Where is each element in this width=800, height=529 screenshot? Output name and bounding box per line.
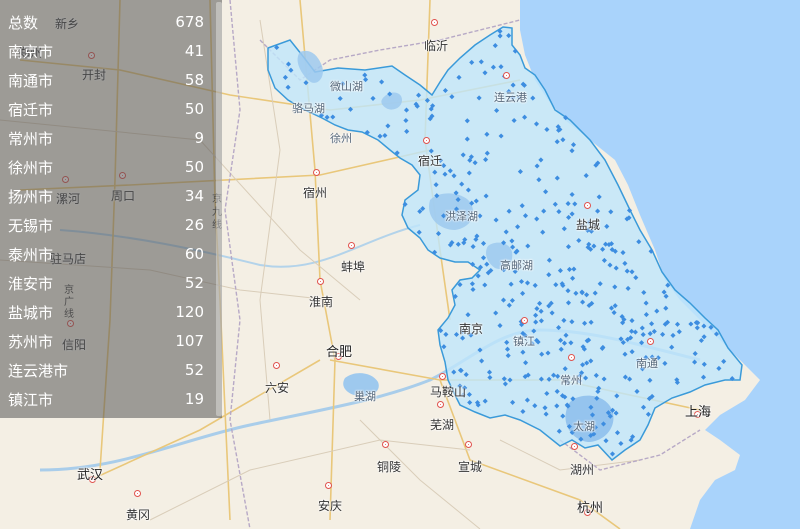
stats-row-value: 120 — [175, 303, 204, 321]
city-marker-icon — [423, 137, 430, 144]
city-label: 马鞍山 — [430, 385, 467, 399]
stats-row-city[interactable]: 无锡市 26 — [8, 212, 204, 238]
stats-row-city[interactable]: 南通市 58 — [8, 67, 204, 93]
city-label: 高邮湖 — [500, 259, 533, 272]
city-label: 徐州 — [330, 132, 352, 145]
city-marker-icon — [382, 441, 389, 448]
city-label: 宿迁 — [418, 154, 443, 168]
city-label: 南京 — [459, 322, 484, 336]
stats-row-value: 107 — [175, 332, 204, 350]
stats-row-city[interactable]: 扬州市 34 — [8, 183, 204, 209]
stats-row-value: 9 — [194, 129, 204, 147]
city-label: 巢湖 — [354, 390, 376, 403]
city-label: 武汉 — [77, 468, 104, 483]
city-marker-icon — [313, 169, 320, 176]
stats-row-city[interactable]: 徐州市 50 — [8, 154, 204, 180]
stats-row-city[interactable]: 淮安市 52 — [8, 270, 204, 296]
city-marker-icon — [437, 401, 444, 408]
city-label: 杭州 — [577, 501, 604, 516]
stats-scrollbar[interactable] — [216, 2, 222, 416]
stats-row-total[interactable]: 总数 678 — [8, 9, 204, 35]
stats-panel: 总数 678 南京市 41 南通市 58 宿迁市 50 常州市 9 徐州市 50 扬州市 34 无锡市 26 泰… — [0, 0, 222, 418]
stats-row-label: 淮安市 — [8, 274, 54, 293]
city-marker-icon — [568, 354, 575, 361]
city-label: 黄冈 — [126, 508, 151, 522]
stats-row-label: 南通市 — [8, 71, 54, 90]
city-label: 盐城 — [576, 218, 601, 232]
city-label: 宣城 — [458, 460, 483, 474]
stats-row-city[interactable]: 镇江市 19 — [8, 386, 204, 412]
city-label: 合肥 — [326, 345, 353, 360]
city-label: 骆马湖 — [292, 102, 325, 115]
stats-row-label: 南京市 — [8, 42, 54, 61]
stats-row-value: 50 — [184, 158, 204, 176]
city-marker-icon — [325, 482, 332, 489]
stats-row-value: 58 — [184, 71, 204, 89]
city-marker-icon — [647, 338, 654, 345]
stats-row-city[interactable]: 常州市 9 — [8, 125, 204, 151]
stats-row-label: 连云港市 — [8, 361, 69, 380]
stats-row-value: 19 — [184, 390, 204, 408]
city-label: 蚌埠 — [341, 260, 366, 274]
city-marker-icon — [465, 441, 472, 448]
stats-row-value: 41 — [184, 42, 204, 60]
stats-row-city[interactable]: 南京市 41 — [8, 38, 204, 64]
city-label: 太湖 — [573, 420, 595, 433]
city-label: 上海 — [685, 405, 712, 420]
city-marker-icon — [134, 490, 141, 497]
city-label: 常州 — [560, 374, 582, 387]
stats-row-label: 常州市 — [8, 129, 54, 148]
stats-row-city[interactable]: 盐城市 120 — [8, 299, 204, 325]
stats-row-value: 50 — [184, 100, 204, 118]
stats-row-value: 52 — [184, 361, 204, 379]
city-label: 洪泽湖 — [445, 210, 478, 223]
city-label: 安庆 — [318, 499, 343, 513]
city-label: 南通 — [636, 357, 658, 370]
city-label: 六安 — [265, 381, 290, 395]
city-label: 镇江 — [513, 335, 535, 348]
city-marker-icon — [571, 443, 578, 450]
stats-row-label: 镇江市 — [8, 390, 54, 409]
stats-row-label: 泰州市 — [8, 245, 54, 264]
city-label: 微山湖 — [330, 80, 363, 93]
stats-row-city[interactable]: 连云港市 52 — [8, 357, 204, 383]
stats-row-value: 678 — [175, 13, 204, 31]
city-label: 宿州 — [303, 186, 328, 200]
stats-row-label: 宿迁市 — [8, 100, 54, 119]
stats-row-label: 总数 — [8, 13, 39, 32]
city-marker-icon — [348, 242, 355, 249]
stats-row-city[interactable]: 泰州市 60 — [8, 241, 204, 267]
stats-row-label: 扬州市 — [8, 187, 54, 206]
city-marker-icon — [503, 72, 510, 79]
stats-row-value: 34 — [184, 187, 204, 205]
stats-row-label: 盐城市 — [8, 303, 54, 322]
city-marker-icon — [521, 317, 528, 324]
city-label: 连云港 — [494, 91, 527, 104]
city-label: 临沂 — [424, 39, 449, 53]
stats-row-label: 徐州市 — [8, 158, 54, 177]
stats-row-label: 苏州市 — [8, 332, 54, 351]
stats-row-label: 无锡市 — [8, 216, 54, 235]
city-marker-icon — [273, 362, 280, 369]
city-label: 芜湖 — [430, 418, 455, 432]
stats-row-city[interactable]: 宿迁市 50 — [8, 96, 204, 122]
city-label: 湖州 — [570, 463, 595, 477]
stats-row-city[interactable]: 苏州市 107 — [8, 328, 204, 354]
stats-row-value: 52 — [184, 274, 204, 292]
city-label: 铜陵 — [377, 460, 402, 474]
stats-row-value: 26 — [184, 216, 204, 234]
city-marker-icon — [584, 202, 591, 209]
city-marker-icon — [431, 19, 438, 26]
city-marker-icon — [439, 373, 446, 380]
stats-row-value: 60 — [184, 245, 204, 263]
city-marker-icon — [317, 278, 324, 285]
city-label: 淮南 — [309, 295, 334, 309]
